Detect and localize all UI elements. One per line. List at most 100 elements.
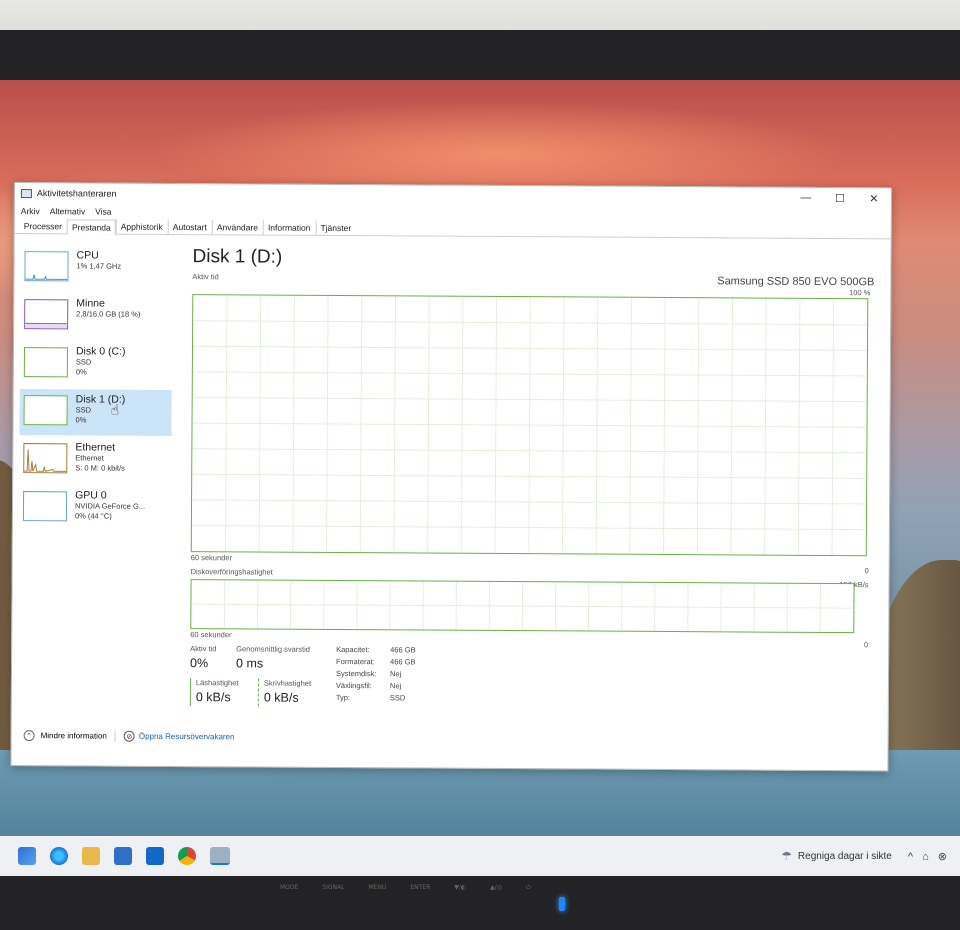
sidebar-item-adapter: Ethernet xyxy=(75,453,104,463)
sidebar-item-usage: 0% xyxy=(75,367,87,377)
close-button[interactable]: ✕ xyxy=(857,192,891,205)
sidebar-item-gpu[interactable]: GPU 0 NVIDIA GeForce G... 0% (44 °C) xyxy=(19,485,171,532)
tab-apphistorik[interactable]: Apphistorik xyxy=(115,218,168,234)
tab-anvandare[interactable]: Användare xyxy=(211,219,264,235)
task-manager-window: Aktivitetshanteraren — ☐ ✕ Arkiv Alterna… xyxy=(10,182,892,772)
monitor-buttons: MODE SIGNAL MENU ENTER ▼/◐ ▲/◎ ⏻ xyxy=(280,884,560,898)
store-icon[interactable] xyxy=(114,847,132,865)
disk1-thumbnail-graph xyxy=(23,395,68,426)
chevron-up-icon[interactable]: ⌃ xyxy=(23,730,35,742)
open-resource-monitor-link[interactable]: Öppna Resursövervakaren xyxy=(139,732,235,742)
active-time-chart-max: 100 % xyxy=(849,288,871,298)
tab-autostart[interactable]: Autostart xyxy=(167,218,212,235)
sidebar-item-memory[interactable]: Minne 2,8/16,0 GB (18 %) xyxy=(20,293,172,340)
chrome-icon[interactable] xyxy=(178,847,196,865)
transfer-chart-timespan: 60 sekunder xyxy=(190,630,232,640)
type-label: Typ: xyxy=(335,692,351,703)
task-manager-icon xyxy=(20,188,32,198)
task-manager-taskbar-icon[interactable] xyxy=(210,847,230,865)
disk-stats: Aktiv tid 0% Genomsnittlig svarstid 0 ms… xyxy=(189,644,871,738)
formatted-value: 466 GB xyxy=(390,657,416,667)
start-windows-icon[interactable] xyxy=(18,847,36,865)
page-file-label: Växlingsfil: xyxy=(335,680,372,691)
weather-widget-icon[interactable]: ☂ xyxy=(781,849,792,863)
window-title: Aktivitetshanteraren xyxy=(36,188,117,199)
menu-arkiv[interactable]: Arkiv xyxy=(21,206,40,216)
power-led xyxy=(559,897,565,911)
sidebar-item-name: CPU xyxy=(76,249,99,262)
capacity-value: 466 GB xyxy=(390,645,416,655)
resource-monitor-icon: ⊘ xyxy=(123,730,135,742)
transfer-chart-label: Diskoverföringshastighet xyxy=(190,567,273,577)
maximize-button[interactable]: ☐ xyxy=(823,191,857,205)
sidebar-item-name: Ethernet xyxy=(75,441,116,454)
taskbar: ☂ Regniga dagar i sikte ^ ⌂ ⊗ xyxy=(0,836,960,876)
hand-cursor-icon: ☝ xyxy=(110,401,120,418)
system-tray-icons[interactable]: ^ ⌂ ⊗ xyxy=(908,850,950,863)
write-speed-value: 0 kB/s xyxy=(263,690,299,705)
tab-information[interactable]: Information xyxy=(262,219,316,235)
sidebar-item-disk1[interactable]: Disk 1 (D:) SSD 0% xyxy=(19,389,172,436)
less-info-link[interactable]: Mindre information xyxy=(41,731,107,740)
read-speed-label: Läshastighet xyxy=(195,678,239,688)
page-file-value: Nej xyxy=(389,681,402,691)
sidebar-item-cpu[interactable]: CPU 1% 1,47 GHz xyxy=(20,245,172,292)
type-value: SSD xyxy=(389,693,406,703)
disk-model: Samsung SSD 850 EVO 500GB xyxy=(717,275,875,289)
sidebar-item-usage: 0% (44 °C) xyxy=(74,511,112,521)
memory-thumbnail-graph xyxy=(24,299,69,330)
sidebar-item-disk0[interactable]: Disk 0 (C:) SSD 0% xyxy=(20,341,172,388)
sidebar-item-name: Disk 0 (C:) xyxy=(75,345,126,358)
monitor-button-label: MENU xyxy=(368,884,387,891)
response-time-label: Genomsnittlig svarstid xyxy=(236,644,310,654)
sidebar-item-type: SSD xyxy=(75,357,92,367)
edge-browser-icon[interactable] xyxy=(50,847,68,865)
cpu-thumbnail-graph xyxy=(24,251,69,282)
system-disk-value: Nej xyxy=(389,669,402,679)
news-widget-text[interactable]: Regniga dagar i sikte xyxy=(798,851,892,862)
system-disk-label: Systemdisk: xyxy=(335,668,377,679)
sidebar-item-detail: 1% 1,47 GHz xyxy=(76,261,122,271)
sidebar-item-ethernet[interactable]: Ethernet Ethernet S: 0 M: 0 kbit/s xyxy=(19,437,171,484)
outlook-icon[interactable] xyxy=(146,847,164,865)
window-footer: ⌃ Mindre information ⊘ Öppna Resursöverv… xyxy=(23,730,235,742)
monitor-button-label: ▲/◎ xyxy=(490,884,502,891)
active-time-label: Aktiv tid xyxy=(190,644,217,654)
active-time-chart-timespan: 60 sekunder xyxy=(190,553,233,563)
tab-tjanster[interactable]: Tjänster xyxy=(315,219,357,236)
ethernet-thumbnail-graph xyxy=(23,443,68,474)
formatted-label: Formaterat: xyxy=(336,656,375,667)
monitor-button-label: ENTER xyxy=(410,884,431,891)
menu-alternativ[interactable]: Alternativ xyxy=(50,206,85,216)
capacity-label: Kapacitet: xyxy=(336,644,370,655)
page-title: Disk 1 (D:) xyxy=(192,246,283,268)
response-time-value: 0 ms xyxy=(236,656,264,671)
monitor-button-label: ⏻ xyxy=(526,884,531,891)
performance-sidebar: CPU 1% 1,47 GHz Minne 2,8/16,0 GB (18 %)… xyxy=(19,245,173,534)
transfer-rate-graph xyxy=(190,579,855,634)
disk0-thumbnail-graph xyxy=(23,347,68,378)
write-speed-label: Skrivhastighet xyxy=(263,678,312,688)
sidebar-item-name: Minne xyxy=(76,297,105,310)
menu-visa[interactable]: Visa xyxy=(95,206,111,216)
minimize-button[interactable]: — xyxy=(789,191,823,204)
sidebar-item-throughput: S: 0 M: 0 kbit/s xyxy=(75,463,125,473)
active-time-chart-label: Aktiv tid xyxy=(192,272,219,282)
sidebar-item-detail: 2,8/16,0 GB (18 %) xyxy=(76,309,141,319)
tab-prestanda[interactable]: Prestanda xyxy=(66,219,116,235)
monitor-button-label: SIGNAL xyxy=(322,884,345,891)
write-indicator-bar xyxy=(257,678,259,707)
active-time-graph xyxy=(190,294,869,557)
active-time-chart-min: 0 xyxy=(864,566,869,576)
monitor-button-label: ▼/◐ xyxy=(454,884,467,891)
monitor-button-label: MODE xyxy=(280,884,299,891)
file-explorer-icon[interactable] xyxy=(82,847,100,865)
footer-divider xyxy=(114,730,116,742)
disk-detail-panel: Disk 1 (D:) Samsung SSD 850 EVO 500GB Ak… xyxy=(189,246,876,707)
sidebar-item-name: GPU 0 xyxy=(75,489,107,502)
active-time-value: 0% xyxy=(190,656,209,671)
tab-processer[interactable]: Processer xyxy=(19,218,67,233)
read-indicator-bar xyxy=(189,678,191,707)
gpu-thumbnail-graph xyxy=(22,491,68,522)
sidebar-item-model: NVIDIA GeForce G... xyxy=(74,501,146,511)
